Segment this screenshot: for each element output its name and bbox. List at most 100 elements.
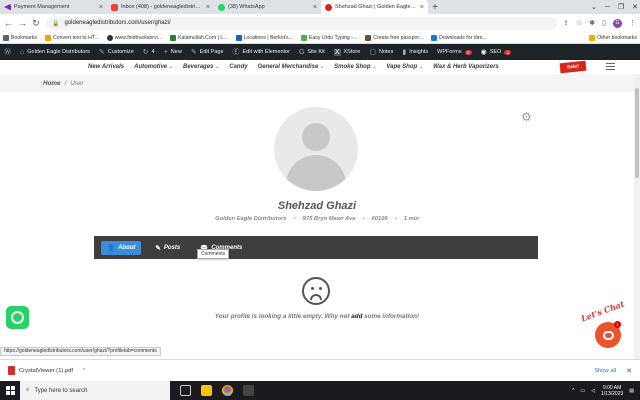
nav-beverages[interactable]: Beverages ⌄ [183, 64, 219, 70]
sad-face-mouth [310, 294, 322, 300]
chevron-down-icon: ⌄ [215, 64, 220, 70]
hamburger-menu-icon[interactable] [606, 63, 615, 70]
close-tab-icon[interactable]: × [420, 4, 424, 11]
profile-avatar[interactable]: G [613, 18, 622, 28]
clock[interactable]: 9:00 AM 1/13/2023 [601, 385, 623, 397]
nav-new-arrivals[interactable]: New Arrivals [88, 64, 124, 70]
nav-smoke-shop[interactable]: Smoke Shop ⌄ [334, 64, 376, 70]
wp-admin-bar: Ⓦ ⌂ Golden Eagle Distributors ✎ Customize … [0, 44, 640, 60]
chat-button[interactable]: 1 [595, 321, 621, 348]
bookmark-item[interactable]: Easy Urdu Typing -... [300, 34, 357, 41]
show-all-button[interactable]: Show all [594, 368, 616, 374]
menu-kebab-icon[interactable]: ⋮ [629, 19, 636, 27]
tab-search-icon[interactable]: ⌄ [591, 3, 597, 11]
window-controls: ⌄ ─ ❐ ✕ [591, 0, 638, 14]
tab-about[interactable]: 👤 About [101, 240, 142, 255]
close-tab-icon[interactable]: × [99, 4, 103, 11]
nav-wax-herb[interactable]: Wax & Herb Vaporizers [433, 64, 499, 70]
chevron-up-icon[interactable]: ^ [83, 368, 85, 374]
volume-icon[interactable]: ◁ [591, 388, 595, 394]
whatsapp-bubble-shape [11, 311, 24, 324]
lock-icon[interactable]: 🔒 [52, 20, 59, 27]
close-window-icon[interactable]: ✕ [632, 3, 638, 11]
close-tab-icon[interactable]: × [313, 4, 317, 11]
close-tab-icon[interactable]: × [206, 4, 210, 11]
bookmark-favicon-icon [235, 34, 242, 41]
wp-site-name[interactable]: ⌂ Golden Eagle Distributors [20, 49, 90, 56]
network-icon[interactable]: ▭ [580, 388, 585, 394]
profile-address: 975 Bryn Mawr Ave [302, 216, 356, 222]
nav-label: Beverages [183, 64, 214, 70]
updates-icon: ↻ [142, 49, 149, 56]
wordpress-logo-icon[interactable]: Ⓦ [4, 47, 11, 57]
bookmark-item[interactable]: Convert text to HT... [44, 34, 99, 41]
taskbar-search-input[interactable]: ⌕ Type here to search [20, 381, 170, 400]
tab-whatsapp[interactable]: (38) WhatsApp × [214, 0, 321, 14]
pencil-icon: ✎ [155, 244, 161, 252]
bookmark-label: Kalamullah.Com | L... [178, 34, 228, 41]
nav-label: General Merchandise [257, 64, 319, 70]
tab-payment-management[interactable]: Payment Management × [0, 0, 107, 14]
forward-icon[interactable]: → [18, 18, 27, 28]
wp-wpforms[interactable]: WPForms 3 [437, 49, 472, 55]
wp-edit-page[interactable]: ✎ Edit Page [191, 48, 224, 56]
bookmark-item[interactable]: Kalamullah.Com | L... [170, 34, 228, 41]
url-input[interactable]: 🔒 goldeneagledistributors.com/user/ghazi… [46, 16, 558, 30]
sad-face-eye [319, 287, 322, 290]
bookmark-item[interactable]: www.findtruckservi... [106, 34, 162, 41]
sad-face-eye [311, 287, 314, 290]
bookmark-item[interactable]: Create free passpor... [365, 34, 423, 41]
file-explorer-icon[interactable] [201, 385, 212, 396]
wp-new[interactable]: + New [164, 49, 182, 56]
tab-posts[interactable]: ✎ Posts [149, 241, 186, 255]
add-info-link[interactable]: add [351, 313, 362, 320]
wp-elementor[interactable]: Ⓔ Edit with Elementor [233, 47, 290, 57]
wp-insights[interactable]: ▮ Insights [402, 48, 428, 56]
profile-meta: Golden Eagle Distributors • 975 Bryn Maw… [0, 216, 634, 222]
gear-icon[interactable]: ⚙ [521, 110, 532, 124]
wp-notes[interactable]: ▢ Notes [369, 48, 393, 56]
nav-automotive[interactable]: Automotive ⌄ [134, 64, 173, 70]
chrome-icon[interactable] [222, 385, 233, 396]
page-scrollbar[interactable] [634, 74, 640, 362]
wp-site-kit-label: Site Kit [307, 49, 325, 55]
bookmark-item[interactable]: Bookmarks [3, 34, 37, 41]
extensions-icon[interactable]: ✱ [589, 19, 595, 27]
tab-title: Shehzad Ghazi | Golden Eagle D... [335, 4, 417, 10]
notifications-icon[interactable]: ▤ [629, 388, 634, 394]
scrollbar-thumb[interactable] [635, 88, 639, 178]
bookmark-item[interactable]: Downloads for dire... [431, 34, 487, 41]
windows-start-button[interactable] [0, 381, 20, 400]
tab-inbox[interactable]: Inbox (408) - goldeneagledistrib... × [107, 0, 214, 14]
chevron-down-icon: ⌄ [418, 64, 424, 70]
wp-xstore[interactable]: X XStore [333, 48, 360, 56]
bookmark-item[interactable]: Locations | Berkot's... [235, 34, 293, 41]
minimize-icon[interactable]: ─ [605, 4, 610, 11]
wp-site-kit[interactable]: G Site Kit [299, 49, 325, 56]
whatsapp-icon[interactable] [6, 306, 29, 329]
maximize-icon[interactable]: ❐ [618, 3, 624, 11]
close-downloads-icon[interactable]: ✕ [626, 367, 632, 375]
breadcrumb-home[interactable]: Home [43, 80, 61, 87]
reload-icon[interactable]: ↻ [32, 18, 40, 29]
sad-face-icon [302, 277, 330, 305]
nav-vape-shop[interactable]: Vape Shop ⌄ [386, 64, 423, 70]
app-icon[interactable] [243, 385, 254, 396]
back-icon[interactable]: ← [4, 18, 13, 28]
chevron-up-icon[interactable]: ^ [572, 388, 574, 394]
wp-seo[interactable]: ◉ SEO 1 [481, 48, 512, 56]
other-bookmarks[interactable]: Other bookmarks [589, 34, 637, 41]
share-icon[interactable]: ⇪ [563, 19, 569, 27]
star-icon[interactable]: ☆ [576, 19, 582, 27]
download-item[interactable]: CrystalViewer (1).pdf ^ [8, 366, 85, 375]
site-favicon-icon [325, 3, 332, 11]
sidepanel-icon[interactable]: ▯ [602, 19, 606, 27]
nav-general-merchandise[interactable]: General Merchandise ⌄ [258, 64, 325, 70]
new-tab-button[interactable]: + [428, 0, 442, 14]
tab-shehzad-ghazi[interactable]: Shehzad Ghazi | Golden Eagle D... × [321, 0, 428, 14]
nav-candy[interactable]: Candy [229, 64, 247, 70]
wp-customize[interactable]: ✎ Customize [99, 48, 134, 56]
wp-elementor-label: Edit with Elementor [242, 49, 290, 55]
wp-updates[interactable]: ↻ 4 [143, 48, 155, 56]
task-view-icon[interactable] [180, 385, 191, 396]
